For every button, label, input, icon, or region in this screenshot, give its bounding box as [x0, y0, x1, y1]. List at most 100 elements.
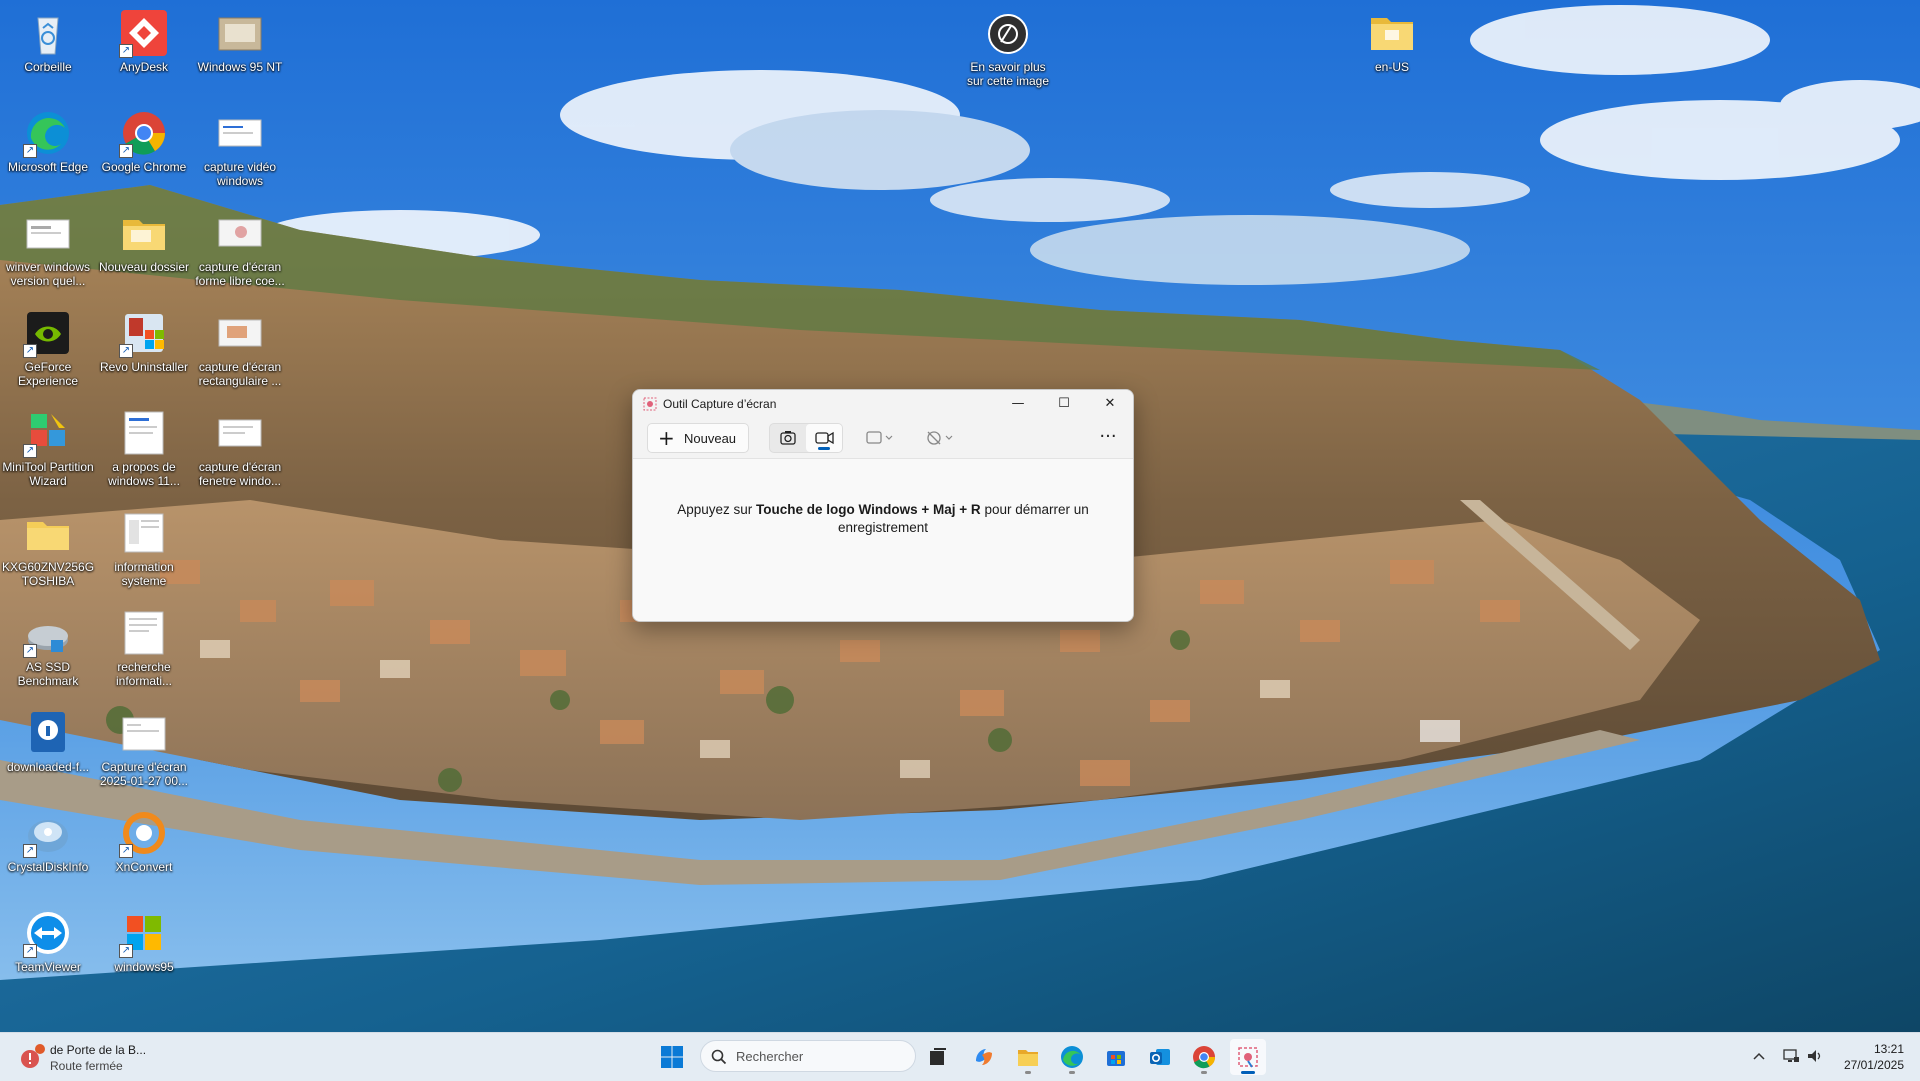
- folder-icon: [1367, 10, 1417, 56]
- desktop-icon-information-systeme[interactable]: information systeme: [96, 504, 192, 600]
- desktop-icon-anydesk[interactable]: ↗ AnyDesk: [96, 4, 192, 100]
- desktop-icon-recherche[interactable]: recherche informati...: [96, 604, 192, 700]
- desktop-icon-spotlight[interactable]: En savoir plus sur cette image: [960, 4, 1056, 100]
- desktop-icon-windows95-nt[interactable]: Windows 95 NT: [192, 4, 288, 100]
- desktop-icon-winver[interactable]: winver windows version quel...: [0, 204, 96, 300]
- edge-icon: ↗: [23, 110, 73, 158]
- desktop-icon-revo-uninstaller[interactable]: ↗ Revo Uninstaller: [96, 304, 192, 400]
- store-icon: [1107, 1051, 1125, 1066]
- xnconvert-icon: ↗: [119, 810, 169, 858]
- copilot-icon: [976, 1049, 992, 1065]
- content-area: Appuyez sur Touche de logo Windows + Maj…: [633, 459, 1133, 621]
- active-indicator: [818, 447, 830, 450]
- snipping-tool-taskbar-button[interactable]: [1230, 1039, 1266, 1075]
- maximize-button[interactable]: ☐: [1041, 390, 1087, 418]
- store-button[interactable]: [1098, 1039, 1134, 1075]
- desktop-icon-capture-fenetre[interactable]: capture d'écran fenetre windo...: [192, 404, 288, 500]
- capture-area-dropdown[interactable]: [861, 423, 901, 453]
- chrome-icon: [1193, 1046, 1215, 1069]
- camera-icon: [780, 431, 796, 445]
- desktop-icon-xnconvert[interactable]: ↗ XnConvert: [96, 804, 192, 900]
- desktop-icon-geforce[interactable]: ↗ GeForce Experience: [0, 304, 96, 400]
- anydesk-icon: ↗: [119, 10, 169, 58]
- desktop-icon-downloaded[interactable]: downloaded-f...: [0, 704, 96, 800]
- snipping-tool-window: Outil Capture d’écran — ☐ ✕ + Nouveau ··…: [632, 389, 1134, 622]
- new-button[interactable]: + Nouveau: [647, 423, 749, 453]
- folder-icon: [23, 510, 73, 556]
- toolbar: + Nouveau ···: [633, 418, 1133, 459]
- taskbar: de Porte de la B... Route fermée Recherc…: [0, 1032, 1920, 1081]
- camera-info-icon: [983, 10, 1033, 56]
- desktop-icon-nouveau-dossier[interactable]: Nouveau dossier: [96, 204, 192, 300]
- desktop-icon-recycle-bin[interactable]: Corbeille: [0, 4, 96, 100]
- edge-taskbar-button[interactable]: [1054, 1039, 1090, 1075]
- start-button[interactable]: [654, 1039, 690, 1075]
- image-file-icon: [119, 610, 169, 656]
- info-file-icon: [23, 710, 73, 756]
- outlook-icon: [1150, 1049, 1170, 1065]
- windows-logo-icon: [661, 1046, 683, 1068]
- desktop-icon-microsoft-edge[interactable]: ↗ Microsoft Edge: [0, 104, 96, 200]
- video-mode-button[interactable]: [806, 424, 842, 452]
- image-file-icon: [119, 710, 169, 756]
- search-box[interactable]: Rechercher: [700, 1040, 916, 1072]
- crystaldiskinfo-icon: ↗: [23, 810, 73, 858]
- clock-time: 13:21: [1873, 1042, 1904, 1056]
- network-button[interactable]: [1782, 1047, 1800, 1070]
- snipping-tool-icon: [1238, 1047, 1258, 1068]
- desktop-icon-teamviewer[interactable]: ↗ TeamViewer: [0, 904, 96, 1000]
- desktop-icon-capture-rectangulaire[interactable]: capture d'écran rectangulaire ...: [192, 304, 288, 400]
- desktop-icon-toshiba-drive[interactable]: KXG60ZNV256G TOSHIBA: [0, 504, 96, 600]
- desktop-icon-a-propos[interactable]: a propos de windows 11...: [96, 404, 192, 500]
- chevron-up-icon: [1753, 1052, 1765, 1060]
- clock[interactable]: 13:21 27/01/2025: [1844, 1041, 1904, 1073]
- desktop-icon-minitool[interactable]: ↗ MiniTool Partition Wizard: [0, 404, 96, 500]
- image-file-icon: [215, 410, 265, 456]
- weather-widget[interactable]: de Porte de la B... Route fermée: [14, 1039, 154, 1075]
- close-button[interactable]: ✕: [1087, 390, 1133, 418]
- system-tray: 13:21 27/01/2025: [1740, 1033, 1920, 1081]
- rectangle-icon: [866, 431, 893, 444]
- file-explorer-button[interactable]: [1010, 1039, 1046, 1075]
- desktop-icon-en-us[interactable]: en-US: [1344, 4, 1440, 100]
- as-ssd-icon: ↗: [23, 610, 73, 658]
- screenshot-mode-button[interactable]: [770, 424, 806, 452]
- recycle-bin-icon: [23, 10, 73, 56]
- mode-toggle: [769, 423, 843, 453]
- folder-icon: [119, 210, 169, 256]
- desktop-icon-capture-video[interactable]: capture vidéo windows: [192, 104, 288, 200]
- geforce-icon: ↗: [23, 310, 73, 358]
- desktop-icon-google-chrome[interactable]: ↗ Google Chrome: [96, 104, 192, 200]
- revo-uninstaller-icon: ↗: [119, 310, 169, 358]
- chrome-icon: ↗: [119, 110, 169, 158]
- image-file-icon: [119, 510, 169, 556]
- title-bar[interactable]: Outil Capture d’écran — ☐ ✕: [633, 390, 1133, 418]
- outlook-button[interactable]: [1142, 1039, 1178, 1075]
- image-file-icon: [215, 210, 265, 256]
- desktop-icon-as-ssd[interactable]: ↗ AS SSD Benchmark: [0, 604, 96, 700]
- timer-off-icon: [927, 431, 953, 445]
- show-hidden-icons-button[interactable]: [1752, 1049, 1766, 1068]
- image-file-icon: [23, 210, 73, 256]
- desktop-icon-capture-forme-libre[interactable]: capture d'écran forme libre coe...: [192, 204, 288, 300]
- delay-dropdown[interactable]: [921, 423, 961, 453]
- desktop-icon-capture-2025[interactable]: Capture d'écran 2025-01-27 00...: [96, 704, 192, 800]
- minimize-button[interactable]: —: [995, 390, 1041, 418]
- recording-hint: Appuyez sur Touche de logo Windows + Maj…: [677, 502, 1089, 535]
- desktop-icon-crystaldiskinfo[interactable]: ↗ CrystalDiskInfo: [0, 804, 96, 900]
- window-title: Outil Capture d’écran: [663, 397, 777, 411]
- windows95-icon: ↗: [119, 910, 169, 958]
- volume-button[interactable]: [1806, 1047, 1824, 1070]
- desktop-icon-windows95[interactable]: ↗ windows95: [96, 904, 192, 1000]
- task-view-button[interactable]: [920, 1039, 956, 1075]
- task-view-icon: [930, 1048, 946, 1065]
- more-options-button[interactable]: ···: [1093, 423, 1123, 453]
- chrome-taskbar-button[interactable]: [1186, 1039, 1222, 1075]
- clock-date: 27/01/2025: [1843, 1058, 1904, 1072]
- copilot-button[interactable]: [966, 1039, 1002, 1075]
- image-file-icon: [215, 310, 265, 356]
- traffic-alert-icon: [18, 1043, 46, 1071]
- plus-icon: +: [658, 426, 675, 450]
- minitool-icon: ↗: [23, 410, 73, 458]
- edge-icon: [1061, 1046, 1083, 1068]
